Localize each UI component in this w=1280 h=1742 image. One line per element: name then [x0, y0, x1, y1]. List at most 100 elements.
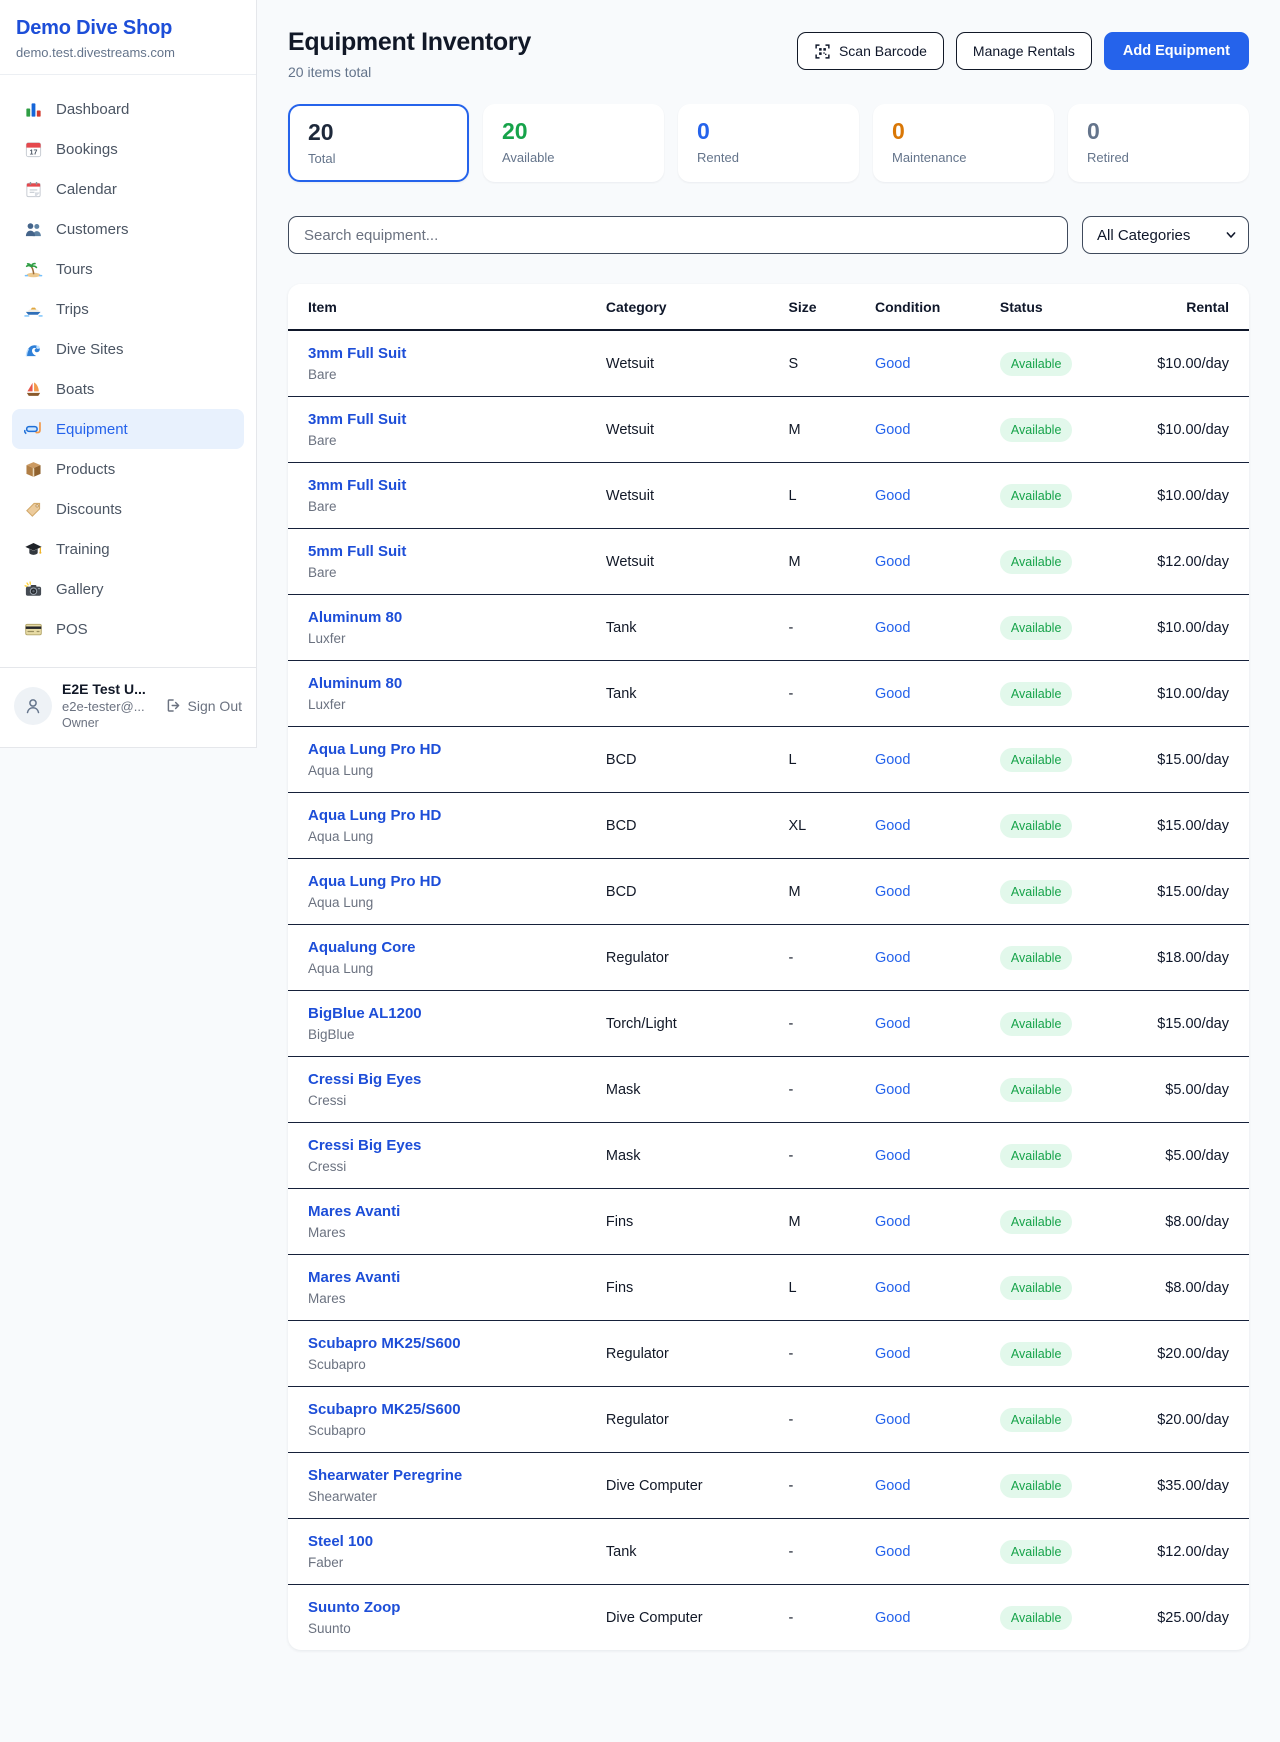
sidebar-item-calendar[interactable]: Calendar [12, 169, 244, 209]
condition-link[interactable]: Good [875, 752, 910, 768]
add-equipment-button[interactable]: Add Equipment [1104, 32, 1249, 70]
item-link[interactable]: Mares Avanti [308, 1203, 400, 1220]
sidebar-item-products[interactable]: Products [12, 449, 244, 489]
item-link[interactable]: Aqualung Core [308, 939, 416, 956]
condition-link[interactable]: Good [875, 1544, 910, 1560]
sidebar-item-gallery[interactable]: Gallery [12, 569, 244, 609]
status-badge: Available [1000, 550, 1073, 574]
sidebar-item-discounts[interactable]: Discounts [12, 489, 244, 529]
table-row: Aluminum 80 Luxfer Tank - Good Available… [288, 595, 1249, 661]
sidebar-item-training[interactable]: Training [12, 529, 244, 569]
item-link[interactable]: BigBlue AL1200 [308, 1005, 422, 1022]
search-input[interactable] [288, 216, 1068, 254]
avatar [14, 687, 52, 725]
item-link[interactable]: Aqua Lung Pro HD [308, 807, 441, 824]
item-category: Tank [586, 661, 769, 727]
sidebar-item-boats[interactable]: Boats [12, 369, 244, 409]
scan-barcode-button[interactable]: Scan Barcode [797, 32, 944, 70]
status-badge: Available [1000, 1540, 1073, 1564]
item-link[interactable]: 5mm Full Suit [308, 543, 406, 560]
stat-label: Rented [697, 150, 840, 165]
rental-price: $10.00/day [1124, 595, 1249, 661]
condition-link[interactable]: Good [875, 422, 910, 438]
manage-rentals-button[interactable]: Manage Rentals [956, 32, 1092, 70]
item-link[interactable]: Aluminum 80 [308, 675, 402, 692]
table-row: Aqua Lung Pro HD Aqua Lung BCD L Good Av… [288, 727, 1249, 793]
item-size: - [768, 1387, 854, 1453]
sidebar-item-label: Customers [56, 221, 129, 238]
item-link[interactable]: Scubapro MK25/S600 [308, 1401, 461, 1418]
item-link[interactable]: Mares Avanti [308, 1269, 400, 1286]
stat-card-available[interactable]: 20 Available [483, 104, 664, 182]
sidebar-item-dashboard[interactable]: Dashboard [12, 89, 244, 129]
table-row: Shearwater Peregrine Shearwater Dive Com… [288, 1453, 1249, 1519]
sidebar-item-customers[interactable]: Customers [12, 209, 244, 249]
rental-price: $15.00/day [1124, 793, 1249, 859]
condition-link[interactable]: Good [875, 818, 910, 834]
condition-link[interactable]: Good [875, 356, 910, 372]
sidebar-item-trips[interactable]: Trips [12, 289, 244, 329]
item-brand: Aqua Lung [308, 829, 566, 844]
stat-value: 0 [697, 118, 840, 146]
item-link[interactable]: 3mm Full Suit [308, 477, 406, 494]
condition-link[interactable]: Good [875, 950, 910, 966]
item-category: BCD [586, 793, 769, 859]
sidebar-item-bookings[interactable]: Bookings [12, 129, 244, 169]
item-link[interactable]: 3mm Full Suit [308, 411, 406, 428]
condition-link[interactable]: Good [875, 554, 910, 570]
stat-card-retired[interactable]: 0 Retired [1068, 104, 1249, 182]
sidebar-item-label: Products [56, 461, 115, 478]
rental-price: $25.00/day [1124, 1585, 1249, 1651]
sidebar-item-tours[interactable]: Tours [12, 249, 244, 289]
stat-card-rented[interactable]: 0 Rented [678, 104, 859, 182]
stat-card-maintenance[interactable]: 0 Maintenance [873, 104, 1054, 182]
item-category: Regulator [586, 925, 769, 991]
item-link[interactable]: Cressi Big Eyes [308, 1071, 421, 1088]
sign-out-button[interactable]: Sign Out [165, 697, 242, 714]
sidebar-item-dive-sites[interactable]: Dive Sites [12, 329, 244, 369]
item-link[interactable]: Shearwater Peregrine [308, 1467, 462, 1484]
status-badge: Available [1000, 1408, 1073, 1432]
item-category: BCD [586, 859, 769, 925]
category-select[interactable]: All Categories [1082, 216, 1249, 254]
item-size: - [768, 595, 854, 661]
table-row: Aqualung Core Aqua Lung Regulator - Good… [288, 925, 1249, 991]
stats-cards: 20 Total 20 Available 0 Rented 0 Mainten… [288, 104, 1249, 182]
item-link[interactable]: Aluminum 80 [308, 609, 402, 626]
sidebar-item-label: Training [56, 541, 110, 558]
stat-card-total[interactable]: 20 Total [288, 104, 469, 182]
column-header-rental: Rental [1124, 284, 1249, 330]
condition-link[interactable]: Good [875, 1412, 910, 1428]
condition-link[interactable]: Good [875, 488, 910, 504]
condition-link[interactable]: Good [875, 1346, 910, 1362]
column-header-size: Size [768, 284, 854, 330]
item-category: Fins [586, 1189, 769, 1255]
condition-link[interactable]: Good [875, 1016, 910, 1032]
condition-link[interactable]: Good [875, 1148, 910, 1164]
condition-link[interactable]: Good [875, 1280, 910, 1296]
item-link[interactable]: 3mm Full Suit [308, 345, 406, 362]
item-link[interactable]: Scubapro MK25/S600 [308, 1335, 461, 1352]
sidebar-item-equipment[interactable]: Equipment [12, 409, 244, 449]
grad-cap-icon [24, 540, 43, 559]
condition-link[interactable]: Good [875, 1082, 910, 1098]
item-link[interactable]: Aqua Lung Pro HD [308, 873, 441, 890]
item-link[interactable]: Aqua Lung Pro HD [308, 741, 441, 758]
item-link[interactable]: Suunto Zoop [308, 1599, 400, 1616]
rental-price: $15.00/day [1124, 859, 1249, 925]
sidebar-item-pos[interactable]: POS [12, 609, 244, 649]
condition-link[interactable]: Good [875, 686, 910, 702]
stat-value: 0 [1087, 118, 1230, 146]
item-link[interactable]: Cressi Big Eyes [308, 1137, 421, 1154]
condition-link[interactable]: Good [875, 1478, 910, 1494]
condition-link[interactable]: Good [875, 620, 910, 636]
item-category: Wetsuit [586, 330, 769, 397]
table-row: Aluminum 80 Luxfer Tank - Good Available… [288, 661, 1249, 727]
item-category: Tank [586, 1519, 769, 1585]
item-link[interactable]: Steel 100 [308, 1533, 373, 1550]
item-brand: Luxfer [308, 631, 566, 646]
condition-link[interactable]: Good [875, 1610, 910, 1626]
condition-link[interactable]: Good [875, 884, 910, 900]
condition-link[interactable]: Good [875, 1214, 910, 1230]
item-category: BCD [586, 727, 769, 793]
